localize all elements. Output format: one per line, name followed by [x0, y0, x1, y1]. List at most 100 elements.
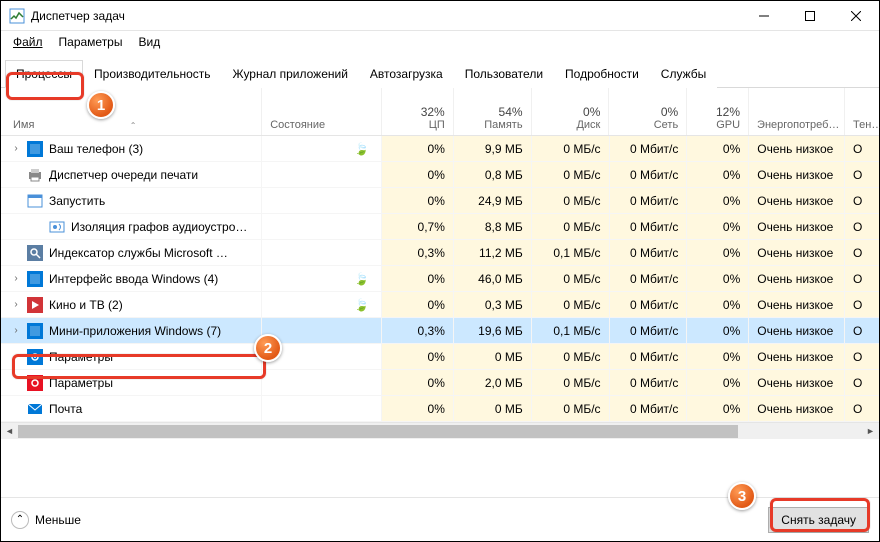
cell-cpu: 0,3% — [382, 240, 454, 265]
cell-mem: 0 МБ — [454, 396, 532, 421]
process-icon — [27, 193, 43, 209]
table-row[interactable]: Запустить0%24,9 МБ0 МБ/с0 Мбит/с0%Очень … — [1, 188, 879, 214]
col-cpu[interactable]: 32% ЦП — [382, 88, 454, 135]
table-row[interactable]: Изоляция графов аудиоустро…0,7%8,8 МБ0 М… — [1, 214, 879, 240]
cell-mem: 9,9 МБ — [454, 136, 532, 161]
tab-details[interactable]: Подробности — [554, 60, 650, 88]
cell-cpu: 0% — [382, 292, 454, 317]
col-memory[interactable]: 54% Память — [454, 88, 532, 135]
cell-disk: 0 МБ/с — [532, 188, 610, 213]
scroll-left-icon[interactable]: ◄ — [1, 423, 18, 440]
col-power[interactable]: Энергопотреб… — [749, 88, 845, 135]
cell-net: 0 Мбит/с — [610, 292, 688, 317]
scroll-right-icon[interactable]: ► — [862, 423, 879, 440]
maximize-button[interactable] — [787, 1, 833, 31]
table-row[interactable]: Диспетчер очереди печати0%0,8 МБ0 МБ/с0 … — [1, 162, 879, 188]
tab-processes[interactable]: Процессы — [5, 60, 83, 88]
cell-trend: О — [845, 240, 879, 265]
cell-disk: 0 МБ/с — [532, 370, 610, 395]
cell-state — [262, 162, 382, 187]
window-controls — [741, 1, 879, 31]
statusbar: ⌃ Меньше Снять задачу — [1, 497, 879, 541]
cell-gpu: 0% — [687, 162, 749, 187]
cell-name: Запустить — [1, 188, 262, 213]
end-task-button[interactable]: Снять задачу — [768, 507, 869, 533]
scroll-track[interactable] — [18, 423, 862, 439]
horizontal-scrollbar[interactable]: ◄ ► — [1, 422, 879, 439]
menu-options[interactable]: Параметры — [51, 33, 131, 51]
fewer-details-button[interactable]: ⌃ Меньше — [11, 511, 81, 529]
col-network[interactable]: 0% Сеть — [609, 88, 687, 135]
col-state[interactable]: Состояние — [262, 88, 382, 135]
cell-gpu: 0% — [687, 344, 749, 369]
tab-users[interactable]: Пользователи — [454, 60, 554, 88]
cell-gpu: 0% — [687, 370, 749, 395]
cell-power: Очень низкое — [749, 370, 845, 395]
cell-state: 🍃 — [262, 266, 382, 291]
tab-services[interactable]: Службы — [650, 60, 717, 88]
process-name: Параметры — [49, 376, 113, 390]
cell-cpu: 0,3% — [382, 318, 454, 343]
cell-net: 0 Мбит/с — [610, 396, 688, 421]
table-row[interactable]: ›Интерфейс ввода Windows (4)🍃0%46,0 МБ0 … — [1, 266, 879, 292]
cell-cpu: 0% — [382, 162, 454, 187]
process-icon — [27, 141, 43, 157]
menu-file[interactable]: Файл — [5, 33, 51, 51]
table-row[interactable]: ›Кино и ТВ (2)🍃0%0,3 МБ0 МБ/с0 Мбит/с0%О… — [1, 292, 879, 318]
cell-state — [262, 240, 382, 265]
leaf-icon: 🍃 — [354, 272, 369, 286]
cell-state — [262, 370, 382, 395]
tab-app-history[interactable]: Журнал приложений — [222, 60, 359, 88]
table-row[interactable]: Параметры0%0 МБ0 МБ/с0 Мбит/с0%Очень низ… — [1, 344, 879, 370]
cell-power: Очень низкое — [749, 240, 845, 265]
cell-disk: 0 МБ/с — [532, 136, 610, 161]
table-row[interactable]: Параметры0%2,0 МБ0 МБ/с0 Мбит/с0%Очень н… — [1, 370, 879, 396]
cell-cpu: 0% — [382, 370, 454, 395]
col-gpu[interactable]: 12% GPU — [687, 88, 749, 135]
cell-net: 0 Мбит/с — [610, 188, 688, 213]
cell-power: Очень низкое — [749, 162, 845, 187]
expander-icon[interactable]: › — [9, 325, 23, 336]
menu-view[interactable]: Вид — [130, 33, 168, 51]
cell-state — [262, 188, 382, 213]
cell-power: Очень низкое — [749, 292, 845, 317]
cell-net: 0 Мбит/с — [610, 344, 688, 369]
process-name: Мини-приложения Windows (7) — [49, 324, 221, 338]
cell-disk: 0,1 МБ/с — [532, 318, 610, 343]
close-button[interactable] — [833, 1, 879, 31]
table-row[interactable]: ›Мини-приложения Windows (7)0,3%19,6 МБ0… — [1, 318, 879, 344]
process-name: Запустить — [49, 194, 105, 208]
minimize-button[interactable] — [741, 1, 787, 31]
cell-state — [262, 396, 382, 421]
cell-net: 0 Мбит/с — [610, 162, 688, 187]
cell-trend: О — [845, 162, 879, 187]
cell-gpu: 0% — [687, 136, 749, 161]
expander-icon[interactable]: › — [9, 299, 23, 310]
col-trend[interactable]: Тен… — [845, 88, 879, 135]
cell-net: 0 Мбит/с — [610, 370, 688, 395]
cell-disk: 0 МБ/с — [532, 396, 610, 421]
cell-gpu: 0% — [687, 188, 749, 213]
cell-name: Почта — [1, 396, 262, 421]
tab-performance[interactable]: Производительность — [83, 60, 221, 88]
col-disk[interactable]: 0% Диск — [532, 88, 610, 135]
tab-startup[interactable]: Автозагрузка — [359, 60, 454, 88]
cell-disk: 0 МБ/с — [532, 214, 610, 239]
table-row[interactable]: Индексатор службы Microsoft …0,3%11,2 МБ… — [1, 240, 879, 266]
table-row[interactable]: Почта0%0 МБ0 МБ/с0 Мбит/с0%Очень низкоеО — [1, 396, 879, 422]
cell-power: Очень низкое — [749, 214, 845, 239]
cell-net: 0 Мбит/с — [610, 240, 688, 265]
cell-name: Индексатор службы Microsoft … — [1, 240, 262, 265]
scroll-thumb[interactable] — [18, 425, 738, 438]
table-row[interactable]: ›Ваш телефон (3)🍃0%9,9 МБ0 МБ/с0 Мбит/с0… — [1, 136, 879, 162]
process-icon — [27, 271, 43, 287]
cell-power: Очень низкое — [749, 318, 845, 343]
col-name[interactable]: ⌃ Имя — [1, 88, 262, 135]
process-icon — [27, 323, 43, 339]
expander-icon[interactable]: › — [9, 273, 23, 284]
cell-net: 0 Мбит/с — [610, 318, 688, 343]
cell-name: Параметры — [1, 344, 262, 369]
cell-net: 0 Мбит/с — [610, 266, 688, 291]
cell-state: 🍃 — [262, 136, 382, 161]
expander-icon[interactable]: › — [9, 143, 23, 154]
